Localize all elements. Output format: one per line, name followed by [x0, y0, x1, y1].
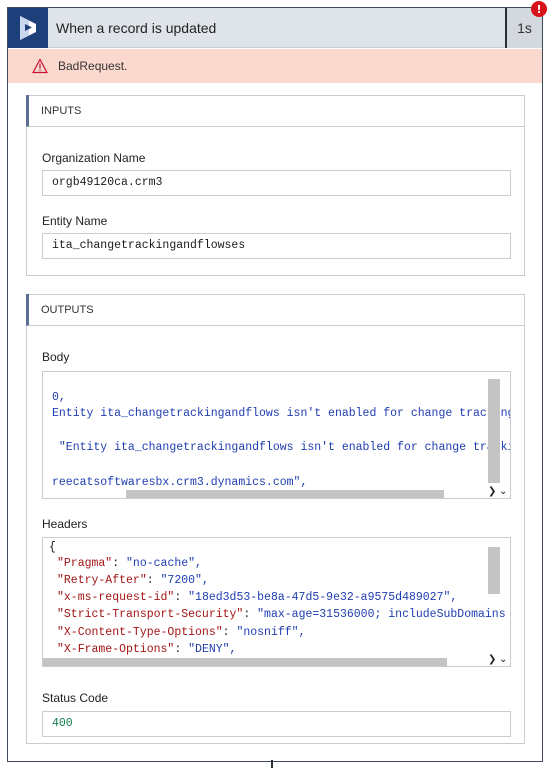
body-line: "Entity ita_changetrackingandflows isn't… [52, 441, 511, 454]
entity-name-field[interactable]: ita_changetrackingandflowses [42, 233, 511, 259]
inputs-section-title: INPUTS [26, 95, 524, 127]
header-entry: "X-Frame-Options": "DENY", [57, 643, 237, 656]
body-line: 0, [52, 391, 66, 404]
error-banner: BadRequest. [8, 49, 542, 83]
header-entry: "Pragma": "no-cache", [57, 557, 202, 570]
headers-vertical-scrollbar[interactable] [488, 547, 500, 594]
warning-icon [32, 58, 48, 74]
organization-name-field[interactable]: orgb49120ca.crm3 [42, 170, 511, 196]
chevron-right-icon[interactable]: ❯ [488, 486, 496, 497]
error-message: BadRequest. [58, 59, 128, 73]
connector-line [271, 760, 273, 768]
headers-open-brace: { [49, 541, 56, 554]
chevron-down-icon[interactable]: ⌄ [499, 654, 507, 665]
action-title: When a record is updated [56, 20, 217, 36]
dynamics-logo-icon [8, 8, 48, 48]
organization-name-label: Organization Name [42, 151, 146, 165]
chevron-down-icon[interactable]: ⌄ [499, 486, 507, 497]
status-code-field[interactable]: 400 [42, 711, 511, 737]
inputs-section: INPUTS Organization Name orgb49120ca.crm… [26, 95, 525, 276]
body-vertical-scrollbar[interactable] [488, 379, 500, 483]
headers-label: Headers [42, 517, 88, 531]
header-entry: "X-Content-Type-Options": "nosniff", [57, 626, 306, 639]
header-entry: "Strict-Transport-Security": "max-age=31… [57, 608, 506, 621]
body-label: Body [42, 350, 70, 364]
body-line: Entity ita_changetrackingandflows isn't … [52, 407, 511, 420]
body-code-box[interactable]: 0, Entity ita_changetrackingandflows isn… [42, 371, 511, 499]
chevron-right-icon[interactable]: ❯ [488, 654, 496, 665]
header-entry: "x-ms-request-id": "18ed3d53-be8a-47d5-9… [57, 591, 458, 604]
headers-horizontal-scrollbar[interactable] [43, 658, 447, 666]
action-header[interactable]: When a record is updated 1s [8, 8, 542, 48]
headers-code-box[interactable]: { "Pragma": "no-cache", "Retry-After": "… [42, 537, 511, 667]
flow-action-card: When a record is updated 1s BadRequest. … [7, 7, 543, 762]
body-line: reecatsoftwaresbx.crm3.dynamics.com", [52, 476, 308, 489]
body-horizontal-scrollbar[interactable] [126, 490, 444, 498]
outputs-section: OUTPUTS Body 0, Entity ita_changetrackin… [26, 294, 525, 744]
entity-name-label: Entity Name [42, 214, 108, 228]
error-alert-icon: ! [531, 1, 547, 17]
status-code-label: Status Code [42, 691, 109, 705]
outputs-section-title: OUTPUTS [26, 294, 524, 326]
header-entry: "Retry-After": "7200", [57, 574, 209, 587]
